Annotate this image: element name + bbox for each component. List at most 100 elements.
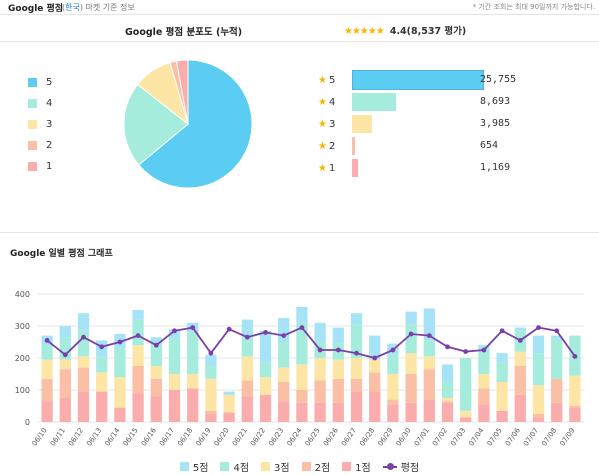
bar-segment xyxy=(41,359,53,379)
legend-label: 4 xyxy=(46,97,53,109)
bar-segment xyxy=(532,335,545,354)
bar-segment xyxy=(187,332,199,374)
rating-point xyxy=(135,333,141,338)
legend-marker xyxy=(261,462,271,471)
bar-segment xyxy=(241,380,253,397)
bar-segment xyxy=(205,354,217,366)
bar-segment xyxy=(187,388,199,422)
x-tick-label: 06/13 xyxy=(85,427,103,448)
rating-point xyxy=(408,331,414,337)
x-tick-label: 06/14 xyxy=(103,426,121,448)
pie-legend-item-4: 4 xyxy=(28,96,52,110)
legend-item[interactable]: 평점 xyxy=(382,459,420,474)
bar-segment xyxy=(114,348,126,378)
bar-segment xyxy=(205,410,217,414)
star-icon: ★ xyxy=(318,118,327,130)
legend-item[interactable]: 3점 xyxy=(261,459,290,474)
rating-point xyxy=(317,347,323,353)
rating-bar-fill xyxy=(351,93,396,111)
legend-label: 2 xyxy=(46,139,53,151)
bar-segment xyxy=(314,358,326,381)
x-tick-label: 06/17 xyxy=(158,427,176,448)
legend-label: 2점 xyxy=(314,463,331,474)
legend-item[interactable]: 1점 xyxy=(342,459,371,474)
distribution-divider xyxy=(0,41,599,42)
bar-segment xyxy=(205,414,217,422)
bar-segment xyxy=(278,367,290,382)
bar-segment xyxy=(241,337,253,357)
legend-marker xyxy=(342,462,352,471)
pie-legend-item-2: 2 xyxy=(28,138,52,152)
x-tick-label: 06/11 xyxy=(49,427,67,448)
bar-segment xyxy=(150,366,162,379)
bar-segment xyxy=(496,353,508,363)
x-tick-label: 06/10 xyxy=(31,427,49,448)
bar-segment xyxy=(59,369,71,398)
bar-segment xyxy=(205,378,217,411)
rating-text: 4.4(8,537 평가) xyxy=(389,26,467,37)
x-tick-label: 07/07 xyxy=(522,427,540,448)
legend-item[interactable]: 2점 xyxy=(301,459,331,474)
bar-segment xyxy=(532,417,545,422)
x-tick-label: 06/28 xyxy=(358,427,376,448)
legend-swatch xyxy=(28,98,37,108)
bar-segment xyxy=(478,388,490,405)
bar-segment xyxy=(77,330,90,357)
bar-segment xyxy=(532,414,545,418)
x-tick-label: 06/23 xyxy=(267,427,285,448)
legend-item[interactable]: 5점 xyxy=(179,459,209,474)
x-tick-label: 06/30 xyxy=(395,427,413,448)
bar-segment xyxy=(350,378,363,392)
y-tick-label: 300 xyxy=(15,322,30,331)
x-tick-label: 06/18 xyxy=(176,427,194,448)
rating-count-value: 8,693 xyxy=(480,96,511,107)
bar-segment xyxy=(241,356,253,381)
rating-level-label: 5 xyxy=(328,74,336,86)
bar-segment xyxy=(296,364,308,390)
rating-pie-chart xyxy=(123,59,253,189)
bar-segment xyxy=(405,311,417,325)
rating-count-value: 3,985 xyxy=(480,118,511,129)
bar-segment xyxy=(296,390,308,403)
rating-point xyxy=(172,328,177,334)
x-tick-label: 07/03 xyxy=(449,427,467,448)
legend-label: 5점 xyxy=(192,463,209,474)
bar-segment xyxy=(259,330,272,363)
bar-segment xyxy=(132,310,144,320)
bar-segment xyxy=(59,359,71,370)
rating-bar-row-4: ★ 4 xyxy=(318,93,396,111)
rating-point xyxy=(226,326,232,332)
bar-segment xyxy=(441,402,454,422)
rating-point xyxy=(190,325,196,330)
rating-bar-fill xyxy=(351,115,373,133)
x-tick-label: 06/25 xyxy=(304,427,322,448)
rating-point xyxy=(62,352,68,358)
rating-point xyxy=(372,355,378,361)
rating-point xyxy=(463,349,469,354)
daily-chart-legend: 5점 4점 3점 2점 1점 평점 xyxy=(0,459,599,474)
bar-segment xyxy=(369,359,381,373)
x-tick-label: 06/15 xyxy=(122,427,140,448)
bar-segment xyxy=(205,366,217,379)
rating-count-value: 25,755 xyxy=(480,74,517,85)
rating-bar-fill xyxy=(351,159,358,177)
x-tick-label: 06/16 xyxy=(140,426,158,448)
legend-swatch xyxy=(28,119,37,129)
legend-swatch xyxy=(28,140,37,150)
bar-segment xyxy=(460,358,472,411)
period-note: * 기간 조회는 최대 90일까지 가능합니다. xyxy=(472,3,595,11)
bar-segment xyxy=(150,378,162,397)
legend-label: 5 xyxy=(46,76,53,88)
x-tick-label: 07/02 xyxy=(431,427,449,448)
rating-point xyxy=(299,325,305,330)
bar-segment xyxy=(460,410,472,418)
bar-segment xyxy=(423,369,435,400)
bar-segment xyxy=(332,378,344,403)
legend-label: 평점 xyxy=(400,463,420,474)
bar-segment xyxy=(114,407,126,422)
legend-label: 1 xyxy=(46,160,53,172)
bar-segment xyxy=(278,401,290,422)
bar-segment xyxy=(259,362,272,378)
legend-item[interactable]: 4점 xyxy=(220,459,249,474)
region-link[interactable]: 한국 xyxy=(65,3,80,12)
